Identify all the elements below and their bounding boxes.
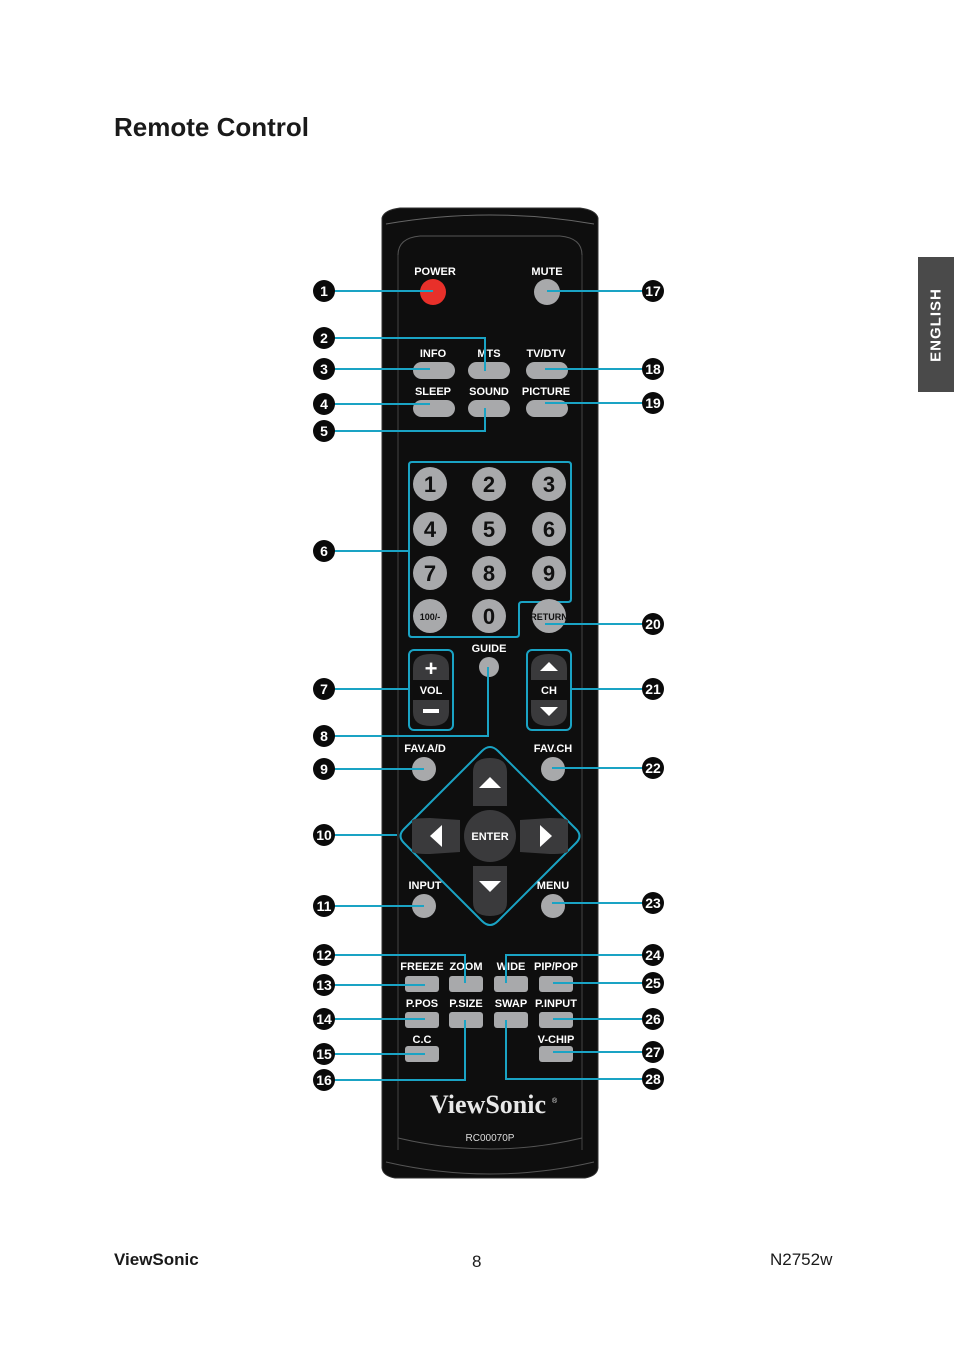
mute-label: MUTE <box>531 266 562 278</box>
pippop-label: PIP/POP <box>534 961 578 973</box>
callout-number-4: 4 <box>320 396 328 412</box>
psize-label: P.SIZE <box>449 998 482 1010</box>
key-100-label: 100/- <box>420 612 441 622</box>
info-button[interactable] <box>413 362 455 379</box>
info-label: INFO <box>420 348 447 360</box>
callout-number-22: 22 <box>645 760 661 776</box>
callout-number-21: 21 <box>645 681 661 697</box>
key-7-label: 7 <box>424 561 436 586</box>
freeze-label: FREEZE <box>400 961 443 973</box>
callout-number-12: 12 <box>316 947 332 963</box>
brand-logo: ViewSonic <box>430 1090 546 1119</box>
sound-button[interactable] <box>468 400 510 417</box>
callout-number-14: 14 <box>316 1011 332 1027</box>
cc-label: C.C <box>413 1034 432 1046</box>
callout-number-13: 13 <box>316 977 332 993</box>
callout-number-1: 1 <box>320 283 328 299</box>
sound-label: SOUND <box>469 386 509 398</box>
callout-number-24: 24 <box>645 947 661 963</box>
callout-number-3: 3 <box>320 361 328 377</box>
fav-ad-label: FAV.A/D <box>404 743 446 755</box>
key-9-label: 9 <box>543 561 555 586</box>
callout-number-2: 2 <box>320 330 328 346</box>
key-1-label: 1 <box>424 472 436 497</box>
callout-number-26: 26 <box>645 1011 661 1027</box>
sleep-label: SLEEP <box>415 386 451 398</box>
menu-label: MENU <box>537 880 569 892</box>
callout-number-17: 17 <box>645 283 661 299</box>
callout-number-19: 19 <box>645 395 661 411</box>
model-code: RC00070P <box>466 1133 515 1144</box>
wide-label: WIDE <box>497 961 526 973</box>
ch-label: CH <box>541 685 557 697</box>
vchip-button[interactable] <box>539 1046 573 1062</box>
callout-number-25: 25 <box>645 975 661 991</box>
footer-brand: ViewSonic <box>114 1250 199 1269</box>
vol-label: VOL <box>420 685 443 697</box>
mts-button[interactable] <box>468 362 510 379</box>
picture-label: PICTURE <box>522 386 570 398</box>
input-label: INPUT <box>409 880 442 892</box>
plus-icon: + <box>425 656 438 681</box>
mts-label: MTS <box>477 348 500 360</box>
callout-number-15: 15 <box>316 1046 332 1062</box>
wide-button[interactable] <box>494 976 528 992</box>
enter-label: ENTER <box>471 831 508 843</box>
key-2-label: 2 <box>483 472 495 497</box>
footer-page-number: 8 <box>472 1252 482 1271</box>
swap-label: SWAP <box>495 998 527 1010</box>
sleep-button[interactable] <box>413 400 455 417</box>
swap-button[interactable] <box>494 1012 528 1028</box>
pinput-label: P.INPUT <box>535 998 577 1010</box>
menu-button[interactable] <box>541 894 565 918</box>
callout-number-6: 6 <box>320 543 328 559</box>
ppos-label: P.POS <box>406 998 438 1010</box>
key-6-label: 6 <box>543 517 555 542</box>
guide-label: GUIDE <box>472 643 507 655</box>
key-4-label: 4 <box>424 517 437 542</box>
key-3-label: 3 <box>543 472 555 497</box>
registered-mark: ® <box>552 1097 558 1105</box>
key-return-label: RETURN <box>530 612 568 622</box>
remote-control-diagram: POWER MUTE INFO MTS TV/DTV SLEEP SOUND P… <box>313 207 664 1179</box>
vchip-label: V-CHIP <box>538 1034 575 1046</box>
key-5-label: 5 <box>483 517 495 542</box>
callout-number-20: 20 <box>645 616 661 632</box>
callout-number-8: 8 <box>320 728 328 744</box>
minus-icon <box>423 709 439 713</box>
callout-number-16: 16 <box>316 1072 332 1088</box>
callout-number-5: 5 <box>320 423 328 439</box>
callout-number-11: 11 <box>317 898 332 914</box>
key-8-label: 8 <box>483 561 495 586</box>
callout-number-27: 27 <box>645 1044 661 1060</box>
footer-model: N2752w <box>770 1250 833 1269</box>
callout-number-10: 10 <box>316 827 332 843</box>
callout-number-28: 28 <box>645 1071 661 1087</box>
callout-number-23: 23 <box>645 895 661 911</box>
tvdtv-label: TV/DTV <box>526 348 566 360</box>
callout-number-18: 18 <box>645 361 661 377</box>
key-0-label: 0 <box>483 604 495 629</box>
fav-ch-label: FAV.CH <box>534 743 573 755</box>
callout-number-7: 7 <box>320 681 328 697</box>
tvdtv-button[interactable] <box>526 362 568 379</box>
power-label: POWER <box>414 266 456 278</box>
callout-number-9: 9 <box>320 761 328 777</box>
